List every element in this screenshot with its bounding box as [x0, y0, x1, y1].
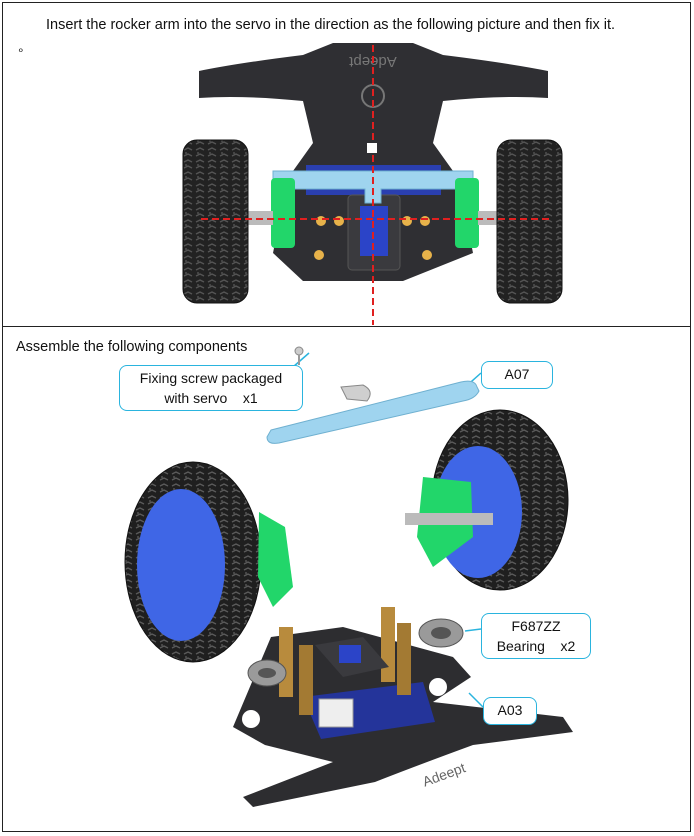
nut [314, 250, 324, 260]
chassis-hole [242, 710, 260, 728]
brass-standoff [279, 627, 293, 697]
callout-bearing: F687ZZ Bearing x2 [481, 613, 591, 659]
guide-marker [367, 143, 377, 153]
nut [422, 250, 432, 260]
callout-screw: Fixing screw packaged with servo x1 [119, 365, 303, 411]
wheel-left [182, 139, 249, 304]
nut [334, 216, 344, 226]
brass-standoff [299, 645, 313, 715]
axle-right [405, 513, 493, 525]
step-panel-top: Insert the rocker arm into the servo in … [2, 2, 691, 327]
callout-line-chassis [468, 692, 484, 708]
wheel-right [496, 139, 563, 304]
chassis-logo: Adeept [420, 759, 467, 789]
servo-horn [340, 384, 371, 402]
callout-chassis: A03 [483, 697, 537, 725]
top-assembly-illustration: Adeept [182, 43, 563, 325]
nut [316, 216, 326, 226]
callout-bearing-line1: F687ZZ [511, 618, 561, 634]
wheel-left-hub [137, 489, 225, 641]
callout-arm: A07 [481, 361, 553, 389]
callout-arm-label: A07 [504, 366, 530, 382]
connector-block [318, 698, 354, 728]
nut [420, 216, 430, 226]
screw [294, 346, 304, 356]
callout-chassis-label: A03 [497, 702, 523, 718]
step-panel-bottom: Assemble the following components Adeept… [2, 326, 691, 832]
callout-bearing-line2: Bearing x2 [496, 638, 576, 654]
nut [402, 216, 412, 226]
callout-line-bearing [464, 628, 482, 632]
brass-standoff [381, 607, 395, 682]
chassis-hole [429, 678, 447, 696]
bottom-assembly-illustration: Adeept [124, 346, 573, 807]
brass-standoff [397, 623, 411, 695]
callout-screw-line1: Fixing screw packaged [139, 370, 283, 386]
callout-screw-line2: with servo x1 [164, 390, 258, 406]
servo-mount-right [455, 178, 479, 248]
servo-mount-left [258, 512, 293, 607]
servo-body [339, 645, 361, 663]
servo-mount-left [271, 178, 295, 248]
